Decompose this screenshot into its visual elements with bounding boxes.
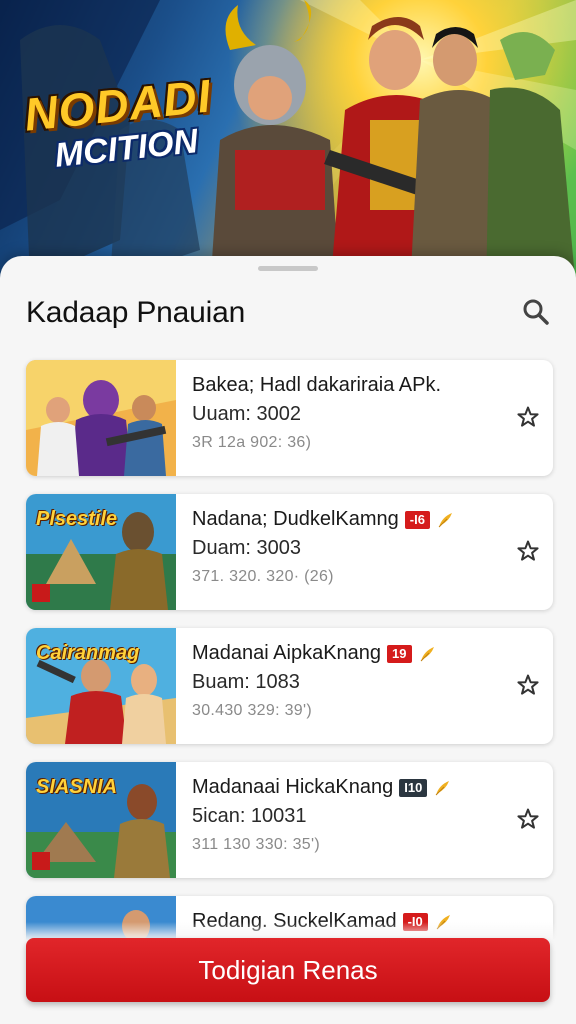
favorite-button[interactable] [513, 804, 543, 834]
app-thumbnail: Plsestile [26, 494, 176, 610]
thumbnail-title: SIASNIA [36, 776, 118, 798]
age-rating-badge: I10 [399, 778, 428, 797]
thumbnail-title: Plsestile [36, 508, 118, 530]
feather-icon [435, 780, 450, 795]
feather-icon [438, 512, 452, 527]
primary-action-button[interactable]: Todigian Renas [26, 938, 550, 1002]
feather-icon [420, 646, 434, 661]
app-meta: 5ican: 10031 [192, 805, 307, 827]
app-sub: 30.430 329: 39') [192, 702, 312, 719]
hero-banner: NODADI MCITION [0, 0, 576, 290]
list-item[interactable]: Cairanmag Madanai AipkaKnang 19 Buam: 10… [26, 628, 553, 744]
app-sub: 371. 320. 320· (26) [192, 568, 334, 585]
star-outline-icon [517, 674, 539, 695]
star-outline-icon [517, 406, 539, 427]
app-info: Madanaai HickaKnang I10 5ican: 10031 311… [192, 776, 512, 854]
app-info: Madanai AipkaKnang 19 Buam: 1083 30.430 … [192, 642, 512, 720]
list-item[interactable]: SIASNIA Madanaai HickaKnang I10 5ican: 1… [26, 762, 553, 878]
app-name-text: Madanai AipkaKnang [192, 642, 382, 664]
page-title: Kadaap Pnauian [26, 296, 246, 329]
app-meta: Uuam: 3002 [192, 403, 301, 425]
age-rating-badge: 19 [387, 644, 412, 663]
favorite-button[interactable] [513, 670, 543, 700]
app-sub: 311 130 330: 35') [192, 836, 320, 853]
app-meta: Buam: 1083 [192, 671, 300, 693]
app-info: Nadana; DudkelKamng -I6 Duam: 3003 371. … [192, 508, 512, 586]
app-name: Madanai AipkaKnang 19 [192, 642, 512, 665]
thumbnail-title: Cairanmag [36, 642, 140, 664]
list-item[interactable]: Bakea; Hadl dakariraia APk. Uuam: 3002 3… [26, 360, 553, 476]
app-info: Bakea; Hadl dakariraia APk. Uuam: 3002 3… [192, 374, 512, 452]
hero-logo: NODADI MCITION [22, 68, 218, 178]
app-sub: 3R 12a 902: 36) [192, 434, 312, 451]
star-outline-icon [517, 540, 539, 561]
app-thumbnail: SIASNIA [26, 762, 176, 878]
bottom-sheet: Kadaap Pnauian Bakea; Hadl dakariraia AP… [0, 256, 576, 1024]
app-thumbnail [26, 360, 176, 476]
cta-container: Todigian Renas [0, 922, 576, 1024]
app-name-text: Bakea; Hadl dakariraia APk. [192, 374, 442, 396]
favorite-button[interactable] [513, 536, 543, 566]
favorite-button[interactable] [513, 402, 543, 432]
list-item[interactable]: Plsestile Nadana; DudkelKamng -I6 Duam: … [26, 494, 553, 610]
app-name: Madanaai HickaKnang I10 [192, 776, 512, 799]
app-meta: Duam: 3003 [192, 537, 301, 559]
search-icon [523, 299, 549, 325]
age-rating-badge: -I6 [404, 510, 430, 529]
app-thumbnail: Cairanmag [26, 628, 176, 744]
app-name: Bakea; Hadl dakariraia APk. [192, 374, 512, 397]
sheet-grabber-handle[interactable] [258, 266, 318, 271]
star-outline-icon [517, 808, 539, 829]
app-name-text: Madanaai HickaKnang [192, 776, 394, 798]
app-name: Nadana; DudkelKamng -I6 [192, 508, 512, 531]
app-name-text: Nadana; DudkelKamng [192, 508, 399, 530]
search-button[interactable] [518, 294, 554, 330]
